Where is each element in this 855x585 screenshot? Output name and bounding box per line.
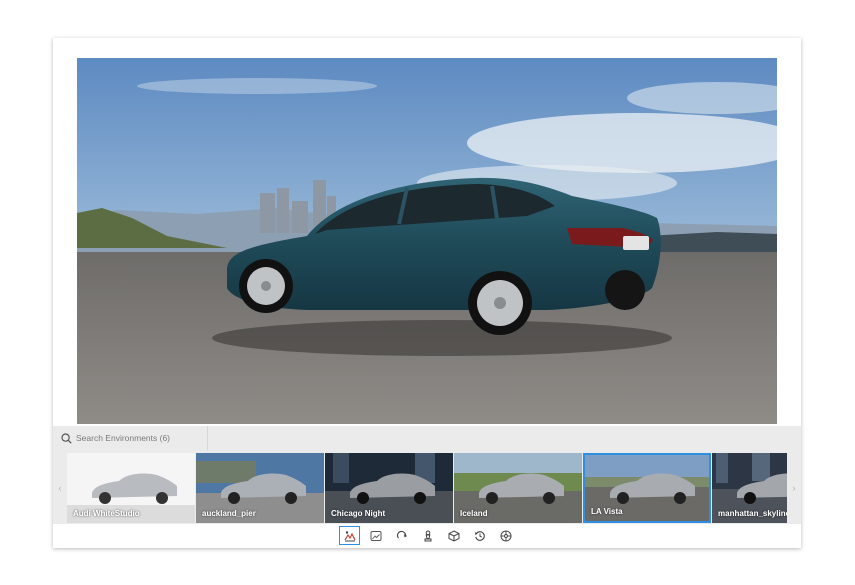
environment-carousel: Audi WhiteStudio auckland_pier Chicago N… [67,453,787,523]
environment-thumb-auckland-pier[interactable]: auckland_pier [196,453,324,523]
background-tool-button[interactable] [365,526,386,545]
environment-label: manhattan_skyline [718,509,787,518]
background-image-icon [370,530,381,541]
environment-label: auckland_pier [202,509,256,518]
figure-tool-button[interactable] [417,526,438,545]
configurator-panel: ‹ Audi WhiteStudio [53,38,801,548]
environment-picker: ‹ Audi WhiteStudio [53,426,801,524]
history-icon [474,530,485,541]
environment-label: LA Vista [591,507,623,516]
environment-thumb-iceland[interactable]: Iceland [454,453,582,523]
car-3d-viewer[interactable] [77,58,777,424]
environment-thumb-manhattan-skyline[interactable]: manhattan_skyline [712,453,787,523]
chess-pawn-icon [424,530,431,541]
chevron-right-icon[interactable]: › [788,453,800,523]
cube-icon [448,529,459,542]
environment-thumb-audi-whitestudio[interactable]: Audi WhiteStudio [67,453,195,523]
environment-thumb-chicago-night[interactable]: Chicago Night [325,453,453,523]
car-render [77,58,777,424]
environment-label: Audi WhiteStudio [73,509,140,518]
search-input[interactable] [76,433,196,443]
environment-thumb-la-vista[interactable]: LA Vista [583,453,711,523]
environment-search [53,426,208,450]
rotate-tool-button[interactable] [391,526,412,545]
wheel-tool-button[interactable] [495,526,516,545]
wheel-icon [500,530,511,541]
chevron-left-icon[interactable]: ‹ [54,453,66,523]
environment-label: Iceland [460,509,488,518]
history-tool-button[interactable] [469,526,490,545]
environment-label: Chicago Night [331,509,386,518]
search-icon [61,432,72,444]
viewer-toolbar [53,524,801,548]
environment-tool-button[interactable] [339,526,360,545]
environment-icon [344,530,355,541]
rotate-icon [396,530,407,538]
cube-tool-button[interactable] [443,526,464,545]
